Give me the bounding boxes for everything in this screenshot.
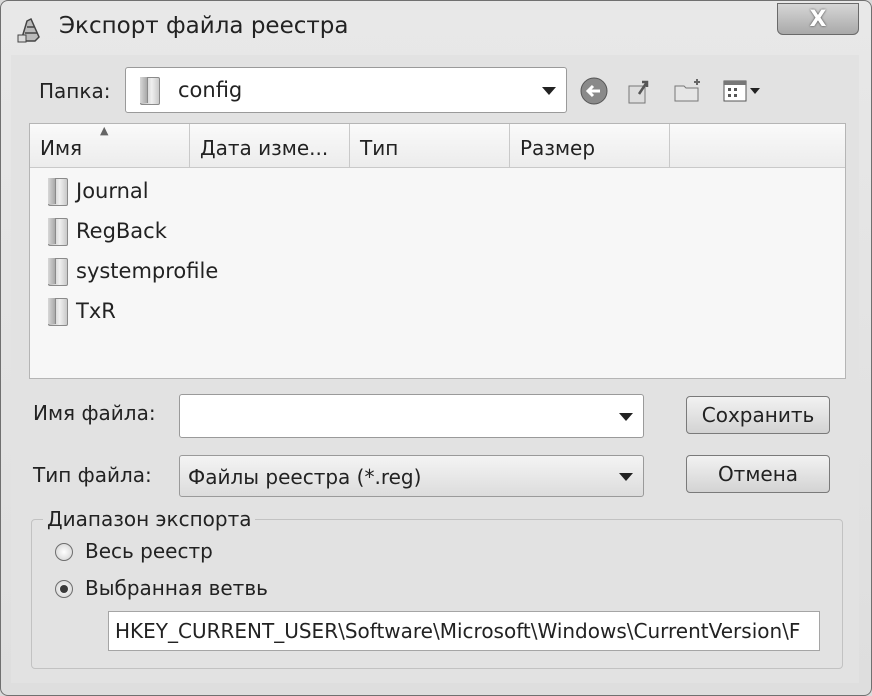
column-header-size[interactable]: Размер: [510, 124, 670, 168]
close-button[interactable]: X: [777, 3, 859, 35]
column-label: Тип: [360, 136, 399, 160]
file-name: Journal: [76, 179, 149, 203]
window-title: Экспорт файла реестра: [59, 13, 349, 39]
list-item[interactable]: TxR: [46, 292, 116, 330]
new-folder-button[interactable]: [671, 75, 705, 107]
back-button[interactable]: [577, 75, 611, 107]
file-list[interactable]: Имя ▲ Дата изме... Тип Размер Journal Re…: [29, 123, 846, 379]
chevron-down-icon: [619, 413, 633, 421]
folder-icon: [46, 217, 68, 246]
file-name: TxR: [76, 299, 116, 323]
radio-all-registry[interactable]: [55, 543, 73, 561]
filename-label: Имя файла:: [33, 401, 156, 425]
chevron-down-icon: [619, 473, 633, 481]
column-label: Дата изме...: [200, 136, 329, 160]
folder-icon: [46, 297, 68, 326]
folder-dropdown[interactable]: config: [125, 67, 567, 113]
up-folder-button[interactable]: [623, 75, 657, 107]
radio-selected-branch-label[interactable]: Выбранная ветвь: [85, 576, 268, 600]
sort-ascending-icon: ▲: [100, 124, 109, 137]
list-item[interactable]: Journal: [46, 172, 149, 210]
folder-icon: [46, 257, 68, 286]
back-icon: [580, 77, 608, 105]
list-item[interactable]: systemprofile: [46, 252, 218, 290]
title-bar[interactable]: Экспорт файла реестра X: [1, 1, 871, 55]
column-label: Имя: [40, 136, 83, 160]
folder-label: Папка:: [39, 79, 111, 103]
column-header-filler: [670, 124, 845, 168]
filetype-value: Файлы реестра (*.reg): [188, 465, 422, 489]
file-name: RegBack: [76, 219, 167, 243]
column-header-date[interactable]: Дата изме...: [190, 124, 350, 168]
up-folder-icon: [628, 80, 649, 104]
folder-icon: [138, 76, 160, 105]
current-folder: config: [178, 78, 243, 102]
export-registry-dialog: Экспорт файла реестра X Папка: config Им…: [0, 0, 872, 696]
radio-selected-branch[interactable]: [55, 580, 73, 598]
column-label: Размер: [520, 136, 596, 160]
filetype-select[interactable]: Файлы реестра (*.reg): [179, 455, 644, 497]
chevron-down-icon: [542, 87, 556, 95]
close-icon: X: [809, 6, 827, 32]
file-name: systemprofile: [76, 259, 219, 283]
branch-path-input[interactable]: HKEY_CURRENT_USER\Software\Microsoft\Win…: [108, 611, 820, 651]
new-folder-icon: [674, 79, 700, 102]
column-header-type[interactable]: Тип: [350, 124, 510, 168]
cancel-button[interactable]: Отмена: [686, 455, 830, 493]
folder-icon: [46, 177, 68, 206]
views-menu-icon: [723, 80, 760, 102]
radio-all-registry-label[interactable]: Весь реестр: [85, 539, 213, 563]
filetype-label: Тип файла:: [33, 463, 152, 487]
filename-input[interactable]: [179, 394, 644, 438]
column-header-name[interactable]: Имя ▲: [30, 124, 190, 168]
save-button[interactable]: Сохранить: [686, 396, 830, 434]
registry-editor-icon: [17, 17, 40, 43]
dialog-body: Папка: config Имя ▲ Дата изме... Тип Раз…: [11, 55, 859, 683]
export-range-title: Диапазон экспорта: [43, 507, 256, 531]
views-menu-button[interactable]: [719, 75, 769, 107]
list-item[interactable]: RegBack: [46, 212, 167, 250]
